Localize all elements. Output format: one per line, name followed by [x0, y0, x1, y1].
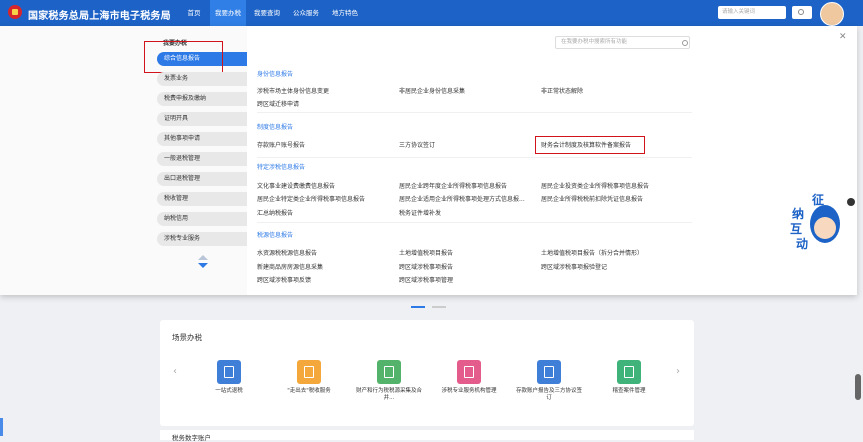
category-tax-credit[interactable]: 纳税信用: [157, 212, 247, 226]
menu-item[interactable]: 汇总纳税报告: [257, 208, 293, 217]
menu-item[interactable]: 居民企业跨年度企业所得税事项信息报告: [399, 181, 507, 190]
menu-item[interactable]: 跨区域涉税事项报告: [399, 262, 453, 271]
scrollbar-thumb[interactable]: [855, 374, 861, 400]
left-edge-indicator: [0, 418, 3, 436]
category-professional-service[interactable]: 涉税专业服务: [157, 232, 247, 246]
highlight-box-category: [144, 41, 223, 73]
menu-item[interactable]: 税务证件增补发: [399, 208, 441, 217]
menu-item[interactable]: 涉税市场主体身份信息变更: [257, 86, 329, 95]
carousel-dot-active[interactable]: [411, 306, 425, 308]
refund-icon: [217, 360, 241, 384]
menu-item[interactable]: 居民企业适用企业所得税事项处理方式信息报...: [399, 194, 525, 203]
menu-item[interactable]: 跨区域迁移申请: [257, 99, 299, 108]
section-title-identity: 身份信息报告: [257, 71, 294, 78]
menu-item[interactable]: 非居民企业身份信息采集: [399, 86, 465, 95]
carousel-dot[interactable]: [432, 306, 446, 308]
mascot-char: 征: [812, 193, 825, 207]
user-avatar[interactable]: [820, 2, 844, 26]
scenario-card: 场景办税 ‹ › 一站式退税 "走出去"税收服务 财产和行为税税源采集及合并..…: [160, 320, 694, 426]
scroll-down-icon[interactable]: [198, 263, 208, 268]
search-icon: [798, 9, 804, 15]
service-label: 稽查案件管理: [612, 388, 646, 394]
menu-item[interactable]: 三方协议签订: [399, 140, 435, 149]
menu-item[interactable]: 非正常状态解除: [541, 86, 583, 95]
bottom-card: 税务数字账户: [160, 430, 694, 442]
category-export-refund[interactable]: 出口退税管理: [157, 172, 247, 186]
menu-item[interactable]: 土地增值税项目报告: [399, 248, 453, 257]
menu-item[interactable]: 跨区域涉税事项反馈: [257, 275, 311, 284]
menu-item[interactable]: 跨区域涉税事项管理: [399, 275, 453, 284]
globe-icon: [297, 360, 321, 384]
category-scroll-control[interactable]: [197, 255, 209, 271]
close-icon[interactable]: ✕: [839, 32, 847, 42]
section-title-tax-source: 税源信息报告: [257, 232, 294, 239]
menu-item[interactable]: 文化事业建设费缴费信息报告: [257, 181, 335, 190]
menu-item[interactable]: 土地增值税项目报告（拆分合并情形）: [541, 248, 643, 257]
menu-item[interactable]: 水资源税税源信息报告: [257, 248, 317, 257]
interaction-mascot[interactable]: 征 纳 互 动: [790, 193, 848, 253]
chevron-left-icon[interactable]: ‹: [173, 366, 177, 377]
service-bank-account[interactable]: 存款账户报告及三方协议签订: [514, 360, 584, 402]
category-general-refund[interactable]: 一般退税管理: [157, 152, 247, 166]
service-property-tax[interactable]: 财产和行为税税源采集及合并...: [354, 360, 424, 402]
site-title[interactable]: 国家税务总局上海市电子税务局: [28, 7, 171, 22]
search-button[interactable]: [792, 6, 812, 19]
shield-icon: [617, 360, 641, 384]
category-other-application[interactable]: 其他事项申请: [157, 132, 247, 146]
category-tax-declaration[interactable]: 税费申报及缴纳: [157, 92, 247, 106]
menu-item[interactable]: 存款账户账号报告: [257, 140, 305, 149]
menu-item[interactable]: 新建商品房房源信息采集: [257, 262, 323, 271]
category-tax-management[interactable]: 税收管理: [157, 192, 247, 206]
divider: [257, 222, 692, 223]
service-label: 财产和行为税税源采集及合并...: [355, 388, 422, 401]
divider: [257, 112, 692, 113]
service-going-abroad[interactable]: "走出去"税收服务: [274, 360, 344, 395]
nav-home[interactable]: 首页: [181, 0, 207, 26]
service-one-stop-refund[interactable]: 一站式退税: [194, 360, 264, 395]
mascot-face-icon: [814, 217, 836, 239]
nav-query[interactable]: 我要查询: [250, 0, 284, 26]
menu-item[interactable]: 居民企业所得税税前扣除凭证信息报告: [541, 194, 643, 203]
building-icon: [457, 360, 481, 384]
menu-item[interactable]: 居民企业特定类企业所得税事项信息报告: [257, 194, 365, 203]
scroll-up-icon[interactable]: [198, 255, 208, 260]
bottom-title: 税务数字账户: [172, 434, 211, 442]
menu-item[interactable]: 跨区域涉税事项报验登记: [541, 262, 607, 271]
divider: [257, 157, 692, 158]
function-search-icon[interactable]: [682, 40, 688, 46]
header-search-input[interactable]: 请输入关键词: [718, 6, 786, 19]
service-label: 一站式退税: [215, 388, 243, 394]
nav-local-features[interactable]: 地方特色: [328, 0, 362, 26]
service-label: "走出去"税收服务: [287, 388, 331, 394]
mascot-close-icon[interactable]: [847, 198, 855, 206]
function-search-input[interactable]: 在我要办税中搜索所有功能: [555, 36, 690, 49]
category-certificate[interactable]: 证明开具: [157, 112, 247, 126]
tax-bureau-logo-icon: [8, 5, 22, 19]
mega-menu-panel: 我要办税 综合信息报告 发票业务 税费申报及缴纳 证明开具 其他事项申请 一般退…: [0, 26, 857, 295]
service-label: 存款账户报告及三方协议签订: [515, 388, 582, 401]
service-label: 涉税专业服务机构管理: [441, 388, 497, 394]
service-agency-management[interactable]: 涉税专业服务机构管理: [434, 360, 504, 395]
bank-icon: [537, 360, 561, 384]
section-title-system: 制度信息报告: [257, 124, 294, 131]
mascot-char: 动: [796, 237, 809, 251]
scenario-title: 场景办税: [172, 333, 202, 342]
menu-item[interactable]: 居民企业投资类企业所得税事项信息报告: [541, 181, 649, 190]
chevron-right-icon[interactable]: ›: [676, 366, 680, 377]
top-bar: 国家税务总局上海市电子税务局 首页 我要办税 我要查询 公众服务 地方特色 请输…: [0, 0, 863, 26]
service-audit-case[interactable]: 稽查案件管理: [594, 360, 664, 395]
highlight-box-item: [535, 136, 645, 154]
category-invoice[interactable]: 发票业务: [157, 72, 247, 86]
section-title-specific: 特定涉税信息报告: [257, 164, 306, 171]
nav-public-service[interactable]: 公众服务: [289, 0, 323, 26]
nav-tax-handling[interactable]: 我要办税: [210, 0, 246, 26]
document-icon: [377, 360, 401, 384]
